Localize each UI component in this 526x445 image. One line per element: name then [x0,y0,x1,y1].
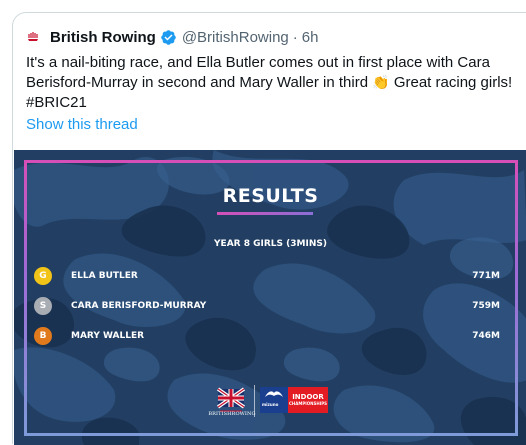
result-distance: 759M [472,301,500,311]
result-name: MARY WALLER [71,331,145,341]
clapping-hands-icon: 👏 [372,74,390,90]
mizuno-runbird-icon [265,391,283,397]
tweet-text: It's a nail-biting race, and Ella Butler… [26,53,516,113]
show-thread-link[interactable]: Show this thread [26,116,138,133]
author-handle[interactable]: @BritishRowing [182,29,289,46]
indoor-championships-logo: mizuno INDOOR CHAMPIONSHIPS [260,387,328,413]
bronze-medal-icon: B [34,327,52,345]
result-name: CARA BERISFORD-MURRAY [71,301,207,311]
gold-medal-icon: G [34,267,52,285]
sponsor-footer: BRITISHROWING mizuno INDOOR CHAMPIONSHIP… [208,383,342,419]
result-row: G ELLA BUTLER 771M [34,267,500,287]
tweet-card[interactable]: British Rowing @BritishRowing · 6h It's … [12,12,526,445]
tweet-header: British Rowing @BritishRowing · 6h [26,27,318,47]
results-image[interactable]: RESULTS YEAR 8 GIRLS (3MINS) G ELLA BUTL… [14,150,526,445]
separator-dot: · [292,28,298,46]
british-rowing-wordmark: BRITISHROWING [208,411,256,417]
result-row: S CARA BERISFORD-MURRAY 759M [34,297,500,317]
sponsor-name: mizuno [262,402,279,407]
results-title: RESULTS [222,185,319,207]
tweet-time[interactable]: 6h [302,29,319,46]
result-distance: 746M [472,331,500,341]
indoor-championships-text: INDOOR CHAMPIONSHIPS [288,387,328,413]
result-distance: 771M [472,271,500,281]
indoor-label: INDOOR [292,393,324,401]
verified-badge-icon [161,29,176,45]
avatar[interactable] [26,30,40,44]
race-category: YEAR 8 GIRLS (3MINS) [214,239,327,249]
result-name: ELLA BUTLER [71,271,138,281]
silver-medal-icon: S [34,297,52,315]
title-underline [217,212,313,215]
logo-divider [254,385,255,417]
author-name[interactable]: British Rowing [50,29,156,46]
mizuno-logo: mizuno [260,387,288,413]
championships-label: CHAMPIONSHIPS [288,401,328,406]
result-row: B MARY WALLER 746M [34,327,500,347]
